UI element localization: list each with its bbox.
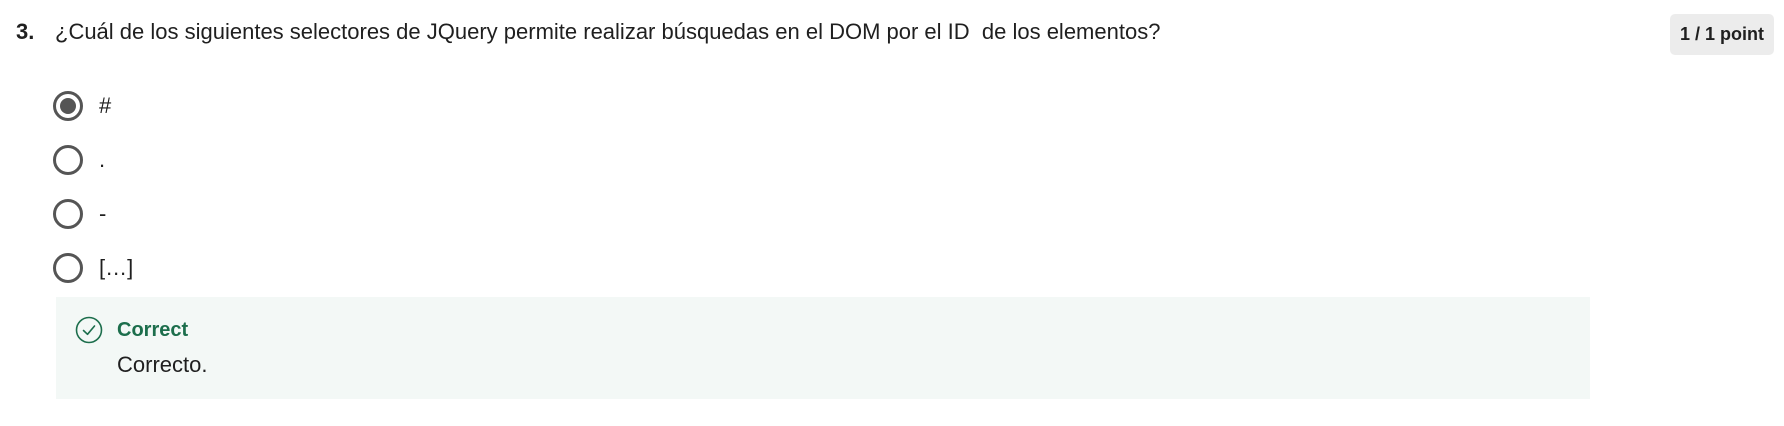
check-circle-icon xyxy=(75,316,103,344)
feedback-panel: Correct Correcto. xyxy=(56,297,1590,399)
feedback-status: Correct xyxy=(117,319,189,341)
option-label: # xyxy=(99,93,112,118)
option-brackets[interactable]: […] xyxy=(53,241,133,295)
radio-button[interactable] xyxy=(53,199,83,229)
radio-selected-dot xyxy=(60,98,76,114)
answer-options: # . - […] xyxy=(53,79,133,295)
feedback-message: Correcto. xyxy=(117,352,208,377)
radio-button[interactable] xyxy=(53,145,83,175)
option-label: . xyxy=(99,147,106,172)
question-number: 3. xyxy=(16,19,35,44)
radio-button-selected[interactable] xyxy=(53,91,83,121)
option-dash[interactable]: - xyxy=(53,187,133,241)
question-text: ¿Cuál de los siguientes selectores de JQ… xyxy=(55,19,1161,44)
option-hash[interactable]: # xyxy=(53,79,133,133)
option-dot[interactable]: . xyxy=(53,133,133,187)
option-label: - xyxy=(99,201,107,226)
option-label: […] xyxy=(99,255,134,280)
points-badge: 1 / 1 point xyxy=(1670,14,1774,55)
radio-button[interactable] xyxy=(53,253,83,283)
